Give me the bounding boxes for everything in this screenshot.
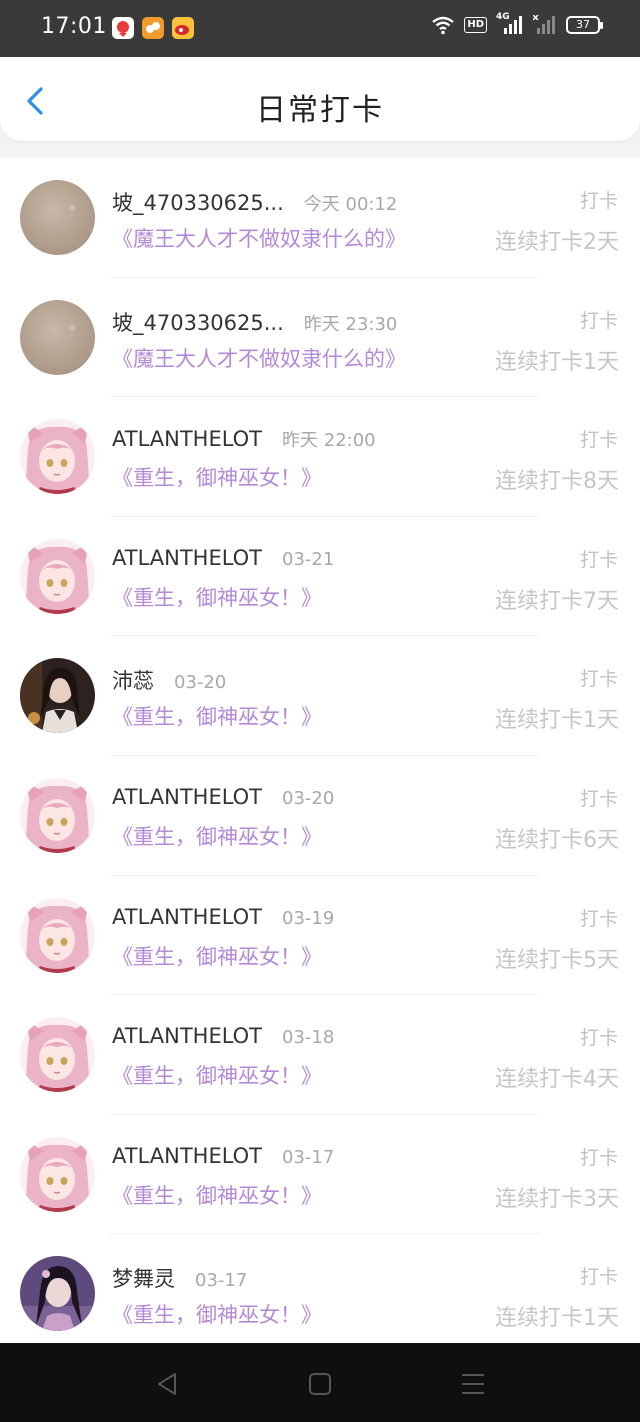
user-name[interactable]: ATLANTHELOT [112,785,262,809]
user-name[interactable]: ATLANTHELOT [112,546,262,570]
book-title[interactable]: 《重生，御神巫女！》 [112,821,322,851]
status-time: 17:01 [41,14,107,39]
app-orange-icon [142,17,164,39]
avatar[interactable] [20,299,95,375]
avatar[interactable] [20,777,95,853]
streak-count: 连续打卡2天 [495,230,619,255]
checkin-label: 打卡 [579,787,618,810]
streak-count: 连续打卡6天 [495,827,619,853]
checkin-label: 打卡 [579,1266,618,1289]
post-time: 03-20 [282,787,335,809]
post-time: 今天 00:12 [303,194,398,215]
user-name[interactable]: ATLANTHELOT [112,905,262,929]
battery-icon: 37 [566,16,603,34]
status-indicators: HD 4G 37 [431,12,603,35]
book-title[interactable]: 《重生，御神巫女！》 [112,1180,322,1210]
checkin-label: 打卡 [579,668,618,691]
checkin-label: 打卡 [579,1027,618,1050]
page-header: 日常打卡 [0,57,640,141]
streak-count: 连续打卡3天 [495,1186,619,1212]
checkin-label: 打卡 [579,190,618,212]
post-time: 03-17 [195,1270,248,1292]
post-time: 03-21 [282,548,335,570]
avatar[interactable] [20,658,95,734]
nav-menu-icon [462,1374,484,1394]
checkin-row[interactable]: ATLANTHELOT 03-21 《重生，御神巫女！》 打卡 连续打卡7天 [0,517,640,637]
battery-level: 37 [576,18,590,31]
book-title[interactable]: 《重生，御神巫女！》 [112,701,322,731]
book-title[interactable]: 《魔王大人才不做奴隶什么的》 [112,223,406,253]
streak-count: 连续打卡1天 [495,349,619,375]
user-name[interactable]: 坡_470330625... [112,187,284,217]
avatar[interactable] [20,538,95,614]
signal-empty-icon [533,15,555,34]
book-title[interactable]: 《重生，御神巫女！》 [112,1299,322,1329]
checkin-row[interactable]: 沛蕊 03-20 《重生，御神巫女！》 打卡 连续打卡1天 [0,636,640,756]
book-title[interactable]: 《重生，御神巫女！》 [112,462,322,492]
streak-count: 连续打卡4天 [495,1067,619,1093]
avatar[interactable] [20,897,95,973]
nav-home-button[interactable] [305,1369,335,1399]
streak-count: 连续打卡1天 [495,708,619,734]
checkin-label: 打卡 [579,309,618,332]
status-bar: 17:01 HD 4G 37 [0,0,640,57]
post-time: 昨天 23:30 [303,313,398,335]
checkin-label: 打卡 [579,548,618,571]
checkin-row[interactable]: 梦舞灵 03-17 《重生，御神巫女！》 打卡 连续打卡1天 [0,1234,640,1343]
user-name[interactable]: 沛蕊 [112,665,154,695]
streak-count: 连续打卡8天 [495,469,619,495]
weibo-icon [172,17,194,39]
avatar[interactable] [20,1256,95,1332]
checkin-row[interactable]: ATLANTHELOT 03-18 《重生，御神巫女！》 打卡 连续打卡4天 [0,995,640,1115]
user-name[interactable]: ATLANTHELOT [112,1024,262,1048]
streak-count: 连续打卡1天 [495,1306,619,1332]
checkin-row[interactable]: ATLANTHELOT 03-17 《重生，御神巫女！》 打卡 连续打卡3天 [0,1115,640,1235]
notification-icons [112,17,194,39]
checkin-row[interactable]: ATLANTHELOT 03-19 《重生，御神巫女！》 打卡 连续打卡5天 [0,876,640,996]
system-nav-bar [0,1343,640,1422]
checkin-row[interactable]: ATLANTHELOT 03-20 《重生，御神巫女！》 打卡 连续打卡6天 [0,756,640,876]
post-time: 03-18 [282,1027,335,1049]
checkin-label: 打卡 [579,429,618,452]
checkin-list: 坡_470330625... 今天 00:12 《魔王大人才不做奴隶什么的》 打卡… [0,158,640,1343]
book-title[interactable]: 《重生，御神巫女！》 [112,582,322,612]
nav-menu-button[interactable] [458,1369,488,1399]
user-name[interactable]: ATLANTHELOT [112,1144,262,1168]
post-time: 03-20 [174,672,227,694]
user-name[interactable]: 坡_470330625... [112,307,284,337]
book-title[interactable]: 《重生，御神巫女！》 [112,1060,322,1090]
checkin-row[interactable]: ATLANTHELOT 昨天 22:00 《重生，御神巫女！》 打卡 连续打卡8天 [0,397,640,517]
nav-back-button[interactable] [153,1369,183,1399]
book-title[interactable]: 《重生，御神巫女！》 [112,941,322,971]
nav-back-icon [158,1373,176,1395]
checkin-row[interactable]: 坡_470330625... 昨天 23:30 《魔王大人才不做奴隶什么的》 打卡… [0,278,640,398]
signal-4g-icon: 4G [496,12,524,35]
streak-count: 连续打卡7天 [495,588,619,614]
avatar[interactable] [20,1017,95,1093]
streak-count: 连续打卡5天 [495,947,619,973]
nav-home-icon [309,1373,331,1395]
app-red-icon [112,17,134,39]
checkin-row[interactable]: 坡_470330625... 今天 00:12 《魔王大人才不做奴隶什么的》 打卡… [0,158,640,278]
hd-badge: HD [464,17,487,33]
checkin-label: 打卡 [579,907,618,930]
book-title[interactable]: 《魔王大人才不做奴隶什么的》 [112,343,406,373]
user-name[interactable]: ATLANTHELOT [112,427,262,451]
avatar[interactable] [20,180,95,255]
wifi-icon [432,16,455,35]
avatar[interactable] [20,419,95,495]
post-time: 03-19 [282,907,335,929]
post-time: 昨天 22:00 [282,430,376,452]
post-time: 03-17 [282,1146,335,1168]
user-name[interactable]: 梦舞灵 [112,1263,175,1293]
checkin-label: 打卡 [579,1146,618,1169]
page-title: 日常打卡 [256,93,384,128]
avatar[interactable] [20,1136,95,1212]
